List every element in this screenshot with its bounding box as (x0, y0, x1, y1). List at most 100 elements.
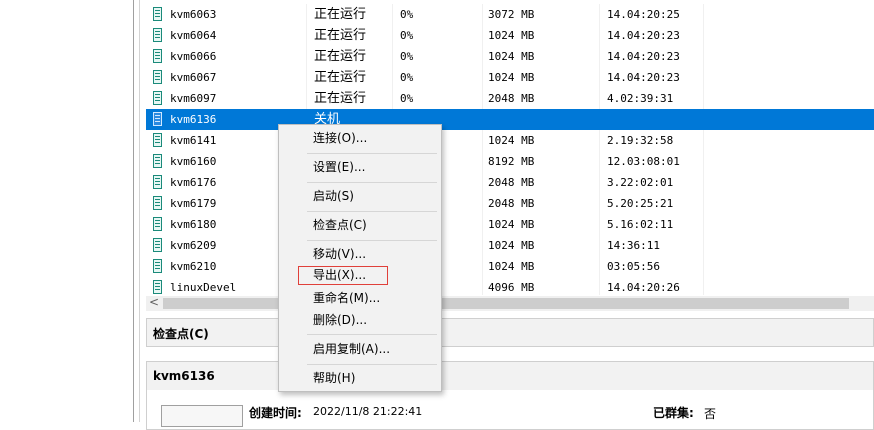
vm-state: 正在运行 (314, 70, 367, 85)
virtual-machine-list[interactable]: kvm6063 正在运行 0% 3072 MB 14.04:20:25 kvm6064 正在… (146, 4, 874, 295)
vm-assigned-memory: 8192 MB (488, 155, 535, 168)
vm-uptime: 14.04:20:23 (607, 50, 680, 63)
vm-name: kvm6063 (170, 8, 217, 21)
vm-cpu-usage: 0% (400, 71, 414, 84)
virtual-machine-icon (153, 7, 162, 21)
menu-separator (307, 364, 437, 365)
details-panel-title: kvm6136 (153, 369, 215, 383)
vm-assigned-memory: 2048 MB (488, 197, 535, 210)
vm-row[interactable]: kvm6063 正在运行 0% 3072 MB 14.04:20:25 (146, 4, 874, 25)
vm-assigned-memory: 4096 MB (488, 281, 535, 294)
vm-row[interactable]: kvm6067 正在运行 0% 1024 MB 14.04:20:23 (146, 67, 874, 88)
menu-separator (307, 182, 437, 183)
vm-assigned-memory: 1024 MB (488, 29, 535, 42)
vm-row[interactable]: kvm6136 关机 (146, 109, 874, 130)
export-highlight-box (298, 266, 388, 285)
vm-name: kvm6141 (170, 134, 217, 147)
vm-row[interactable]: kvm6180 1024 MB 5.16:02:11 (146, 214, 874, 235)
vm-uptime: 14:36:11 (607, 239, 660, 252)
vm-row[interactable]: kvm6160 8192 MB 12.03:08:01 (146, 151, 874, 172)
created-time-label: 创建时间: (249, 406, 302, 420)
vm-assigned-memory: 2048 MB (488, 176, 535, 189)
vm-assigned-memory: 1024 MB (488, 134, 535, 147)
vm-uptime: 14.04:20:23 (607, 71, 680, 84)
vm-row[interactable]: kvm6097 正在运行 0% 2048 MB 4.02:39:31 (146, 88, 874, 109)
vm-assigned-memory: 1024 MB (488, 239, 535, 252)
vm-state: 正在运行 (314, 28, 367, 43)
vm-uptime: 12.03:08:01 (607, 155, 680, 168)
virtual-machine-icon (153, 112, 162, 126)
vm-state: 正在运行 (314, 7, 367, 22)
vm-name: kvm6180 (170, 218, 217, 231)
menu-item-enable-replication[interactable]: 启用复制(A)... (313, 339, 390, 359)
vm-assigned-memory: 3072 MB (488, 8, 535, 21)
vm-uptime: 5.16:02:11 (607, 218, 674, 231)
created-time-value: 2022/11/8 21:22:41 (313, 405, 423, 418)
menu-item-help[interactable]: 帮助(H) (313, 368, 355, 388)
menu-separator (307, 153, 437, 154)
vm-uptime: 5.20:25:21 (607, 197, 674, 210)
vm-row[interactable]: kvm6176 2048 MB 3.22:02:01 (146, 172, 874, 193)
left-pane-border (133, 0, 134, 422)
vm-name: kvm6066 (170, 50, 217, 63)
virtual-machine-icon (153, 28, 162, 42)
vm-state: 正在运行 (314, 91, 367, 106)
horizontal-scrollbar[interactable]: < (146, 295, 874, 311)
vm-assigned-memory: 1024 MB (488, 50, 535, 63)
menu-item-delete[interactable]: 删除(D)... (313, 310, 367, 330)
vm-uptime: 14.04:20:23 (607, 29, 680, 42)
vm-cpu-usage: 0% (400, 29, 414, 42)
virtual-machine-icon (153, 280, 162, 294)
vm-row[interactable]: kvm6064 正在运行 0% 1024 MB 14.04:20:23 (146, 25, 874, 46)
menu-item-checkpoint[interactable]: 检查点(C) (313, 215, 367, 235)
clustered-label: 已群集: (653, 406, 694, 420)
vm-row[interactable]: kvm6066 正在运行 0% 1024 MB 14.04:20:23 (146, 46, 874, 67)
virtual-machine-icon (153, 259, 162, 273)
vm-row[interactable]: kvm6210 1024 MB 03:05:56 (146, 256, 874, 277)
vm-row[interactable]: kvm6141 1024 MB 2.19:32:58 (146, 130, 874, 151)
virtual-machine-icon (153, 49, 162, 63)
menu-item-rename[interactable]: 重命名(M)... (313, 288, 380, 308)
checkpoints-panel-header[interactable]: 检查点(C) (146, 318, 874, 347)
vm-name: kvm6179 (170, 197, 217, 210)
details-panel-body: 创建时间: 2022/11/8 21:22:41 已群集: 否 (146, 390, 874, 430)
vm-name: kvm6097 (170, 92, 217, 105)
virtual-machine-icon (153, 175, 162, 189)
vm-name: kvm6210 (170, 260, 217, 273)
context-menu: 连接(O)... 设置(E)... 启动(S) 检查点(C) 移动(V)... … (278, 124, 442, 392)
menu-item-connect[interactable]: 连接(O)... (313, 128, 367, 148)
vm-name: kvm6136 (170, 113, 217, 126)
scrollbar-thumb[interactable] (163, 298, 849, 309)
vm-uptime: 3.22:02:01 (607, 176, 674, 189)
menu-separator (307, 334, 437, 335)
virtual-machine-icon (153, 91, 162, 105)
vm-cpu-usage: 0% (400, 8, 414, 21)
menu-item-settings[interactable]: 设置(E)... (313, 157, 365, 177)
vm-uptime: 14.04:20:26 (607, 281, 680, 294)
left-pane-border-inner (139, 0, 140, 422)
menu-item-start[interactable]: 启动(S) (313, 186, 354, 206)
vm-state: 正在运行 (314, 49, 367, 64)
vm-row[interactable]: linuxDevel 4096 MB 14.04:20:26 (146, 277, 874, 298)
checkpoints-panel-title: 检查点(C) (153, 327, 209, 341)
scroll-left-arrow-icon[interactable]: < (149, 295, 159, 309)
virtual-machine-icon (153, 196, 162, 210)
virtual-machine-icon (153, 154, 162, 168)
vm-thumbnail (161, 405, 243, 427)
vm-assigned-memory: 1024 MB (488, 218, 535, 231)
vm-row[interactable]: kvm6209 1024 MB 14:36:11 (146, 235, 874, 256)
vm-name: kvm6176 (170, 176, 217, 189)
details-panel-header[interactable]: kvm6136 (146, 361, 874, 391)
vm-uptime: 03:05:56 (607, 260, 660, 273)
menu-item-move[interactable]: 移动(V)... (313, 244, 366, 264)
vm-uptime: 4.02:39:31 (607, 92, 674, 105)
vm-row[interactable]: kvm6179 2048 MB 5.20:25:21 (146, 193, 874, 214)
vm-name: kvm6209 (170, 239, 217, 252)
virtual-machine-icon (153, 238, 162, 252)
menu-separator (307, 211, 437, 212)
vm-uptime: 14.04:20:25 (607, 8, 680, 21)
virtual-machine-icon (153, 217, 162, 231)
vm-name: kvm6160 (170, 155, 217, 168)
clustered-value: 否 (704, 407, 717, 421)
vm-assigned-memory: 1024 MB (488, 71, 535, 84)
